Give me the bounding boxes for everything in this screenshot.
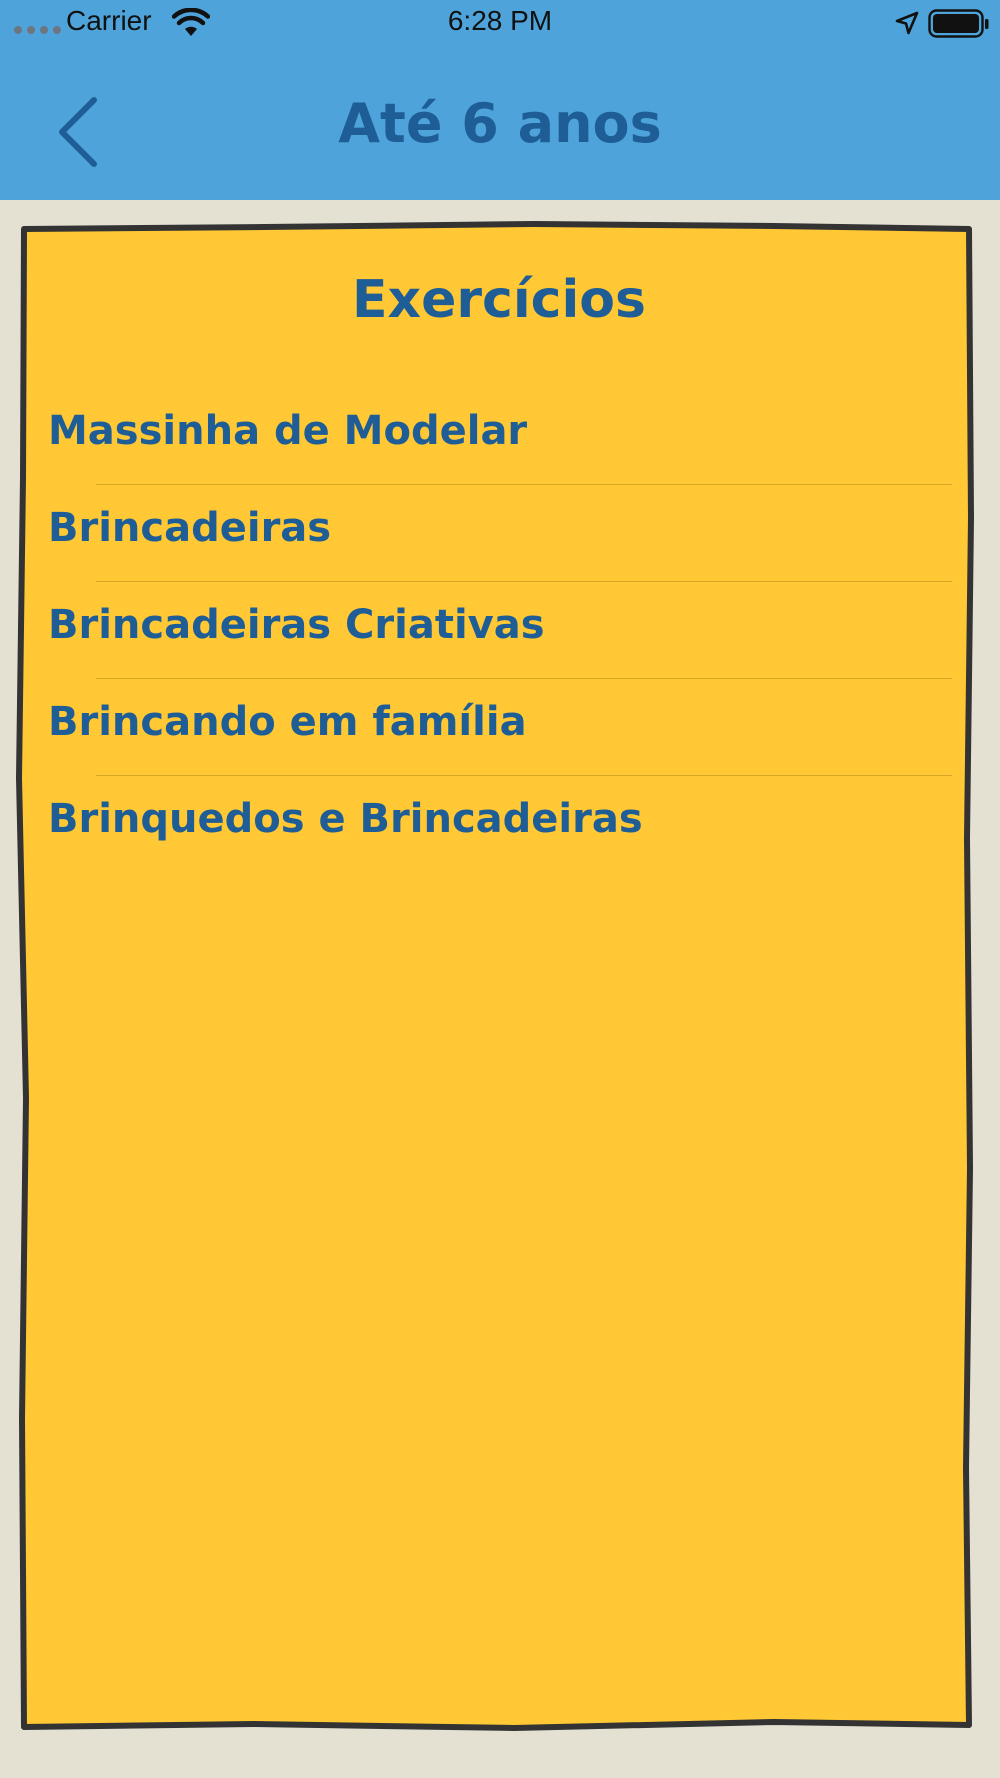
- list-item-label: Massinha de Modelar: [48, 408, 528, 454]
- exercise-list: Massinha de Modelar Brincadeiras Brincad…: [14, 388, 984, 873]
- battery-icon: [928, 9, 989, 38]
- list-item[interactable]: Brincadeiras: [14, 485, 984, 582]
- exercises-card: Exercícios Massinha de Modelar Brincadei…: [14, 218, 984, 1738]
- list-item-label: Brinquedos e Brincadeiras: [48, 796, 643, 842]
- section-title: Exercícios: [352, 270, 646, 330]
- back-button[interactable]: [44, 88, 114, 172]
- list-item[interactable]: Brincadeiras Criativas: [14, 582, 984, 679]
- location-arrow-icon: [895, 11, 919, 35]
- chevron-left-icon: [59, 97, 97, 167]
- clock-label: 6:28 PM: [447, 5, 553, 36]
- status-bar: Carrier 6:28 PM: [0, 0, 1000, 48]
- list-item-label: Brincadeiras: [48, 505, 332, 551]
- list-item[interactable]: Massinha de Modelar: [14, 388, 984, 485]
- list-item-label: Brincadeiras Criativas: [48, 602, 545, 648]
- page-title: Até 6 anos: [338, 92, 662, 155]
- list-item[interactable]: Brincando em família: [14, 679, 984, 776]
- list-item[interactable]: Brinquedos e Brincadeiras: [14, 776, 984, 873]
- list-item-label: Brincando em família: [48, 699, 527, 745]
- navigation-bar: Carrier 6:28 PM Até 6 anos: [0, 0, 1000, 200]
